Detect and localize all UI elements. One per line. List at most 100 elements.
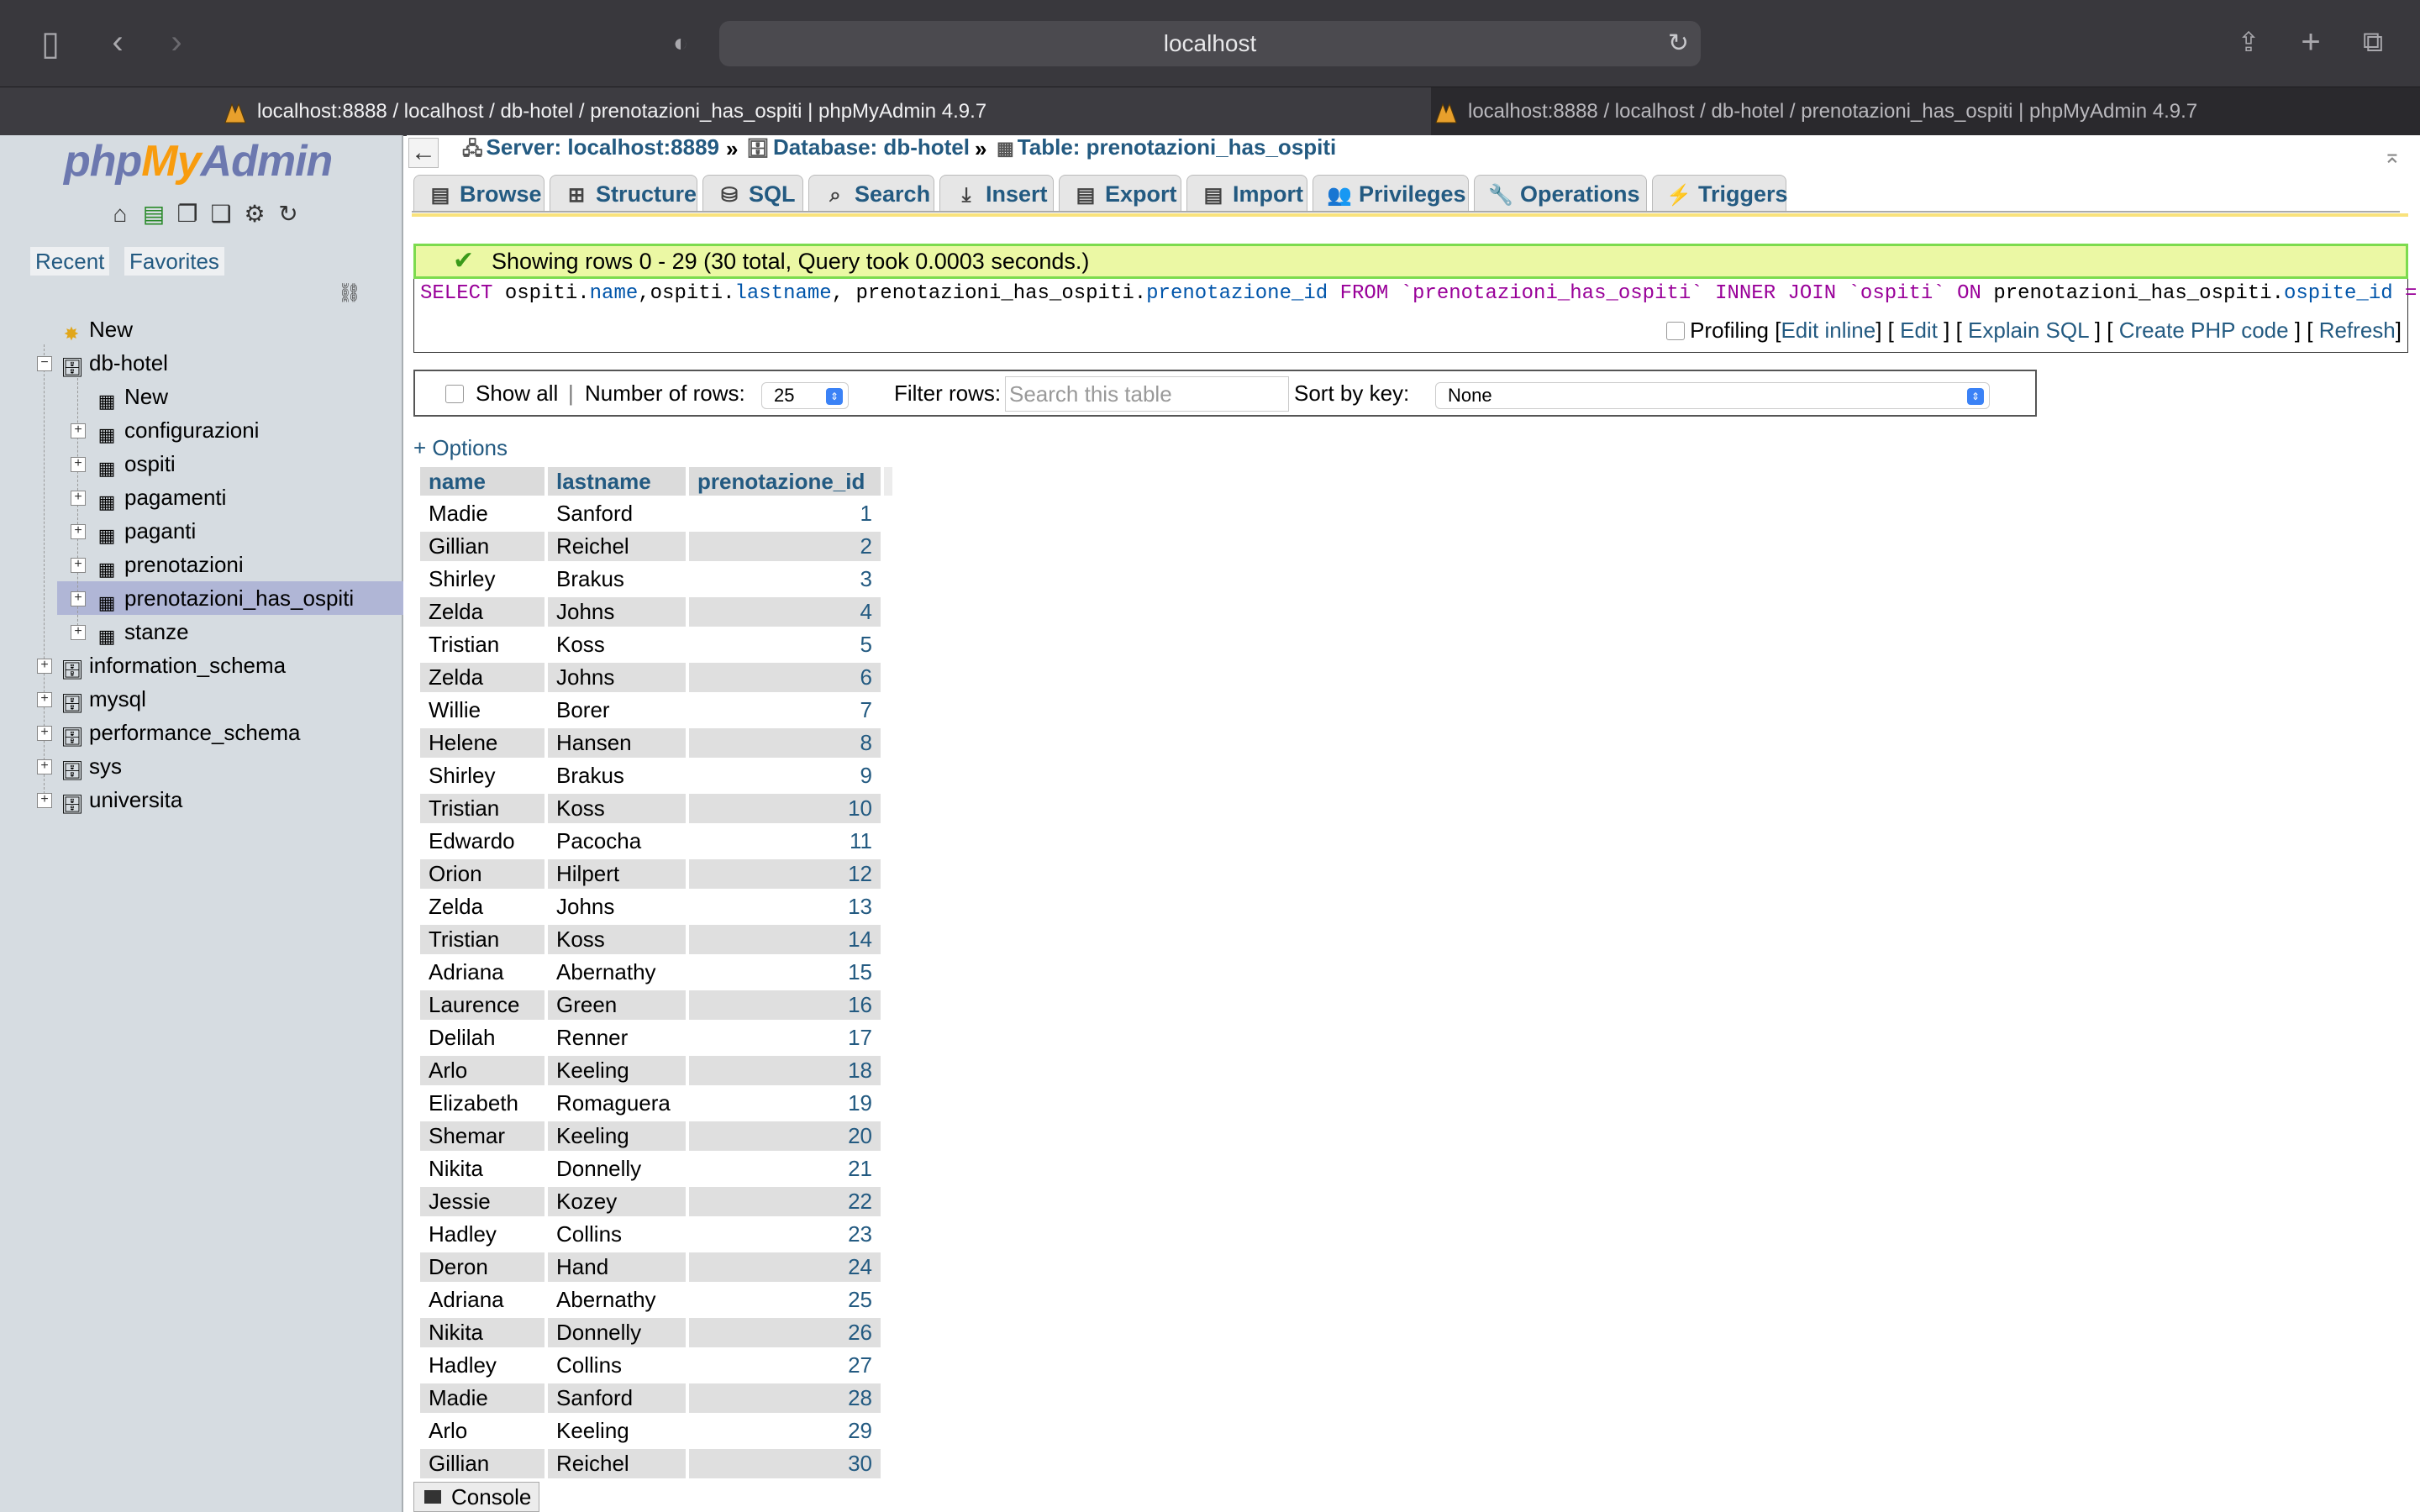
console-toggle[interactable]: Console [413,1482,539,1512]
table-row[interactable]: Zelda Johns 6 [420,663,892,692]
sql-query-text[interactable]: SELECT ospiti.name,ospiti.lastname, pren… [420,282,2420,305]
cell-name[interactable]: Arlo [420,1056,544,1085]
column-header-lastname[interactable]: lastname [548,467,686,496]
cell-name[interactable]: Tristian [420,794,544,823]
table-row[interactable]: Deron Hand 24 [420,1252,892,1282]
cell-lastname[interactable]: Brakus [548,761,686,790]
link-with-main-panel-icon[interactable]: ⛓ [338,282,363,303]
cell-prenotazione-id[interactable]: 2 [689,532,881,561]
cell-prenotazione-id[interactable]: 5 [689,630,881,659]
cell-name[interactable]: Zelda [420,663,544,692]
table-row[interactable]: Gillian Reichel 2 [420,532,892,561]
table-row[interactable]: Delilah Renner 17 [420,1023,892,1053]
cell-prenotazione-id[interactable]: 12 [689,859,881,889]
cell-lastname[interactable]: Donnelly [548,1318,686,1347]
expand-table-icon[interactable]: + [71,524,86,539]
table-row[interactable]: Nikita Donnelly 26 [420,1318,892,1347]
cell-name[interactable]: Tristian [420,630,544,659]
tree-item-configurazioni[interactable]: ▦ configurazioni [96,413,260,447]
cell-lastname[interactable]: Abernathy [548,1285,686,1315]
table-row[interactable]: Arlo Keeling 18 [420,1056,892,1085]
tree-item-information-schema[interactable]: 🗄 information_schema [60,648,286,682]
cell-prenotazione-id[interactable]: 6 [689,663,881,692]
table-row[interactable]: Shemar Keeling 20 [420,1121,892,1151]
cell-lastname[interactable]: Koss [548,925,686,954]
cell-prenotazione-id[interactable]: 9 [689,761,881,790]
cell-name[interactable]: Gillian [420,532,544,561]
cell-lastname[interactable]: Donnelly [548,1154,686,1184]
expand-database-icon[interactable]: + [37,759,52,774]
cell-lastname[interactable]: Keeling [548,1056,686,1085]
table-row[interactable]: Adriana Abernathy 15 [420,958,892,987]
query-window-icon[interactable]: ❐ [175,202,200,227]
edit-link[interactable]: Edit [1900,318,1938,343]
tree-item-universita[interactable]: 🗄 universita [60,783,182,816]
home-icon[interactable]: ⌂ [108,202,133,227]
refresh-link[interactable]: Refresh [2319,318,2396,343]
nav-tab-favorites[interactable]: Favorites [124,247,224,276]
cell-prenotazione-id[interactable]: 4 [689,597,881,627]
cell-lastname[interactable]: Renner [548,1023,686,1053]
cell-lastname[interactable]: Reichel [548,1449,686,1478]
expand-table-icon[interactable]: + [71,457,86,472]
table-row[interactable]: Edwardo Pacocha 11 [420,827,892,856]
cell-lastname[interactable]: Romaguera [548,1089,686,1118]
options-toggle-link[interactable]: + Options [413,435,508,461]
cell-lastname[interactable]: Brakus [548,564,686,594]
cell-name[interactable]: Arlo [420,1416,544,1446]
create-php-code-link[interactable]: Create PHP code [2119,318,2289,343]
cell-prenotazione-id[interactable]: 19 [689,1089,881,1118]
cell-name[interactable]: Elizabeth [420,1089,544,1118]
table-row[interactable]: Orion Hilpert 12 [420,859,892,889]
cell-prenotazione-id[interactable]: 24 [689,1252,881,1282]
cell-lastname[interactable]: Johns [548,663,686,692]
cell-name[interactable]: Hadley [420,1220,544,1249]
table-row[interactable]: Willie Borer 7 [420,696,892,725]
scroll-to-top-icon[interactable]: ⌅ [2383,143,2402,169]
breadcrumb-table[interactable]: ▦ Table: prenotazioni_has_ospiti [997,134,1336,160]
cell-lastname[interactable]: Pacocha [548,827,686,856]
breadcrumb-database[interactable]: 🗄 Database: db-hotel [746,134,970,160]
tab-triggers[interactable]: ⚡ Triggers [1652,175,1788,212]
expand-table-icon[interactable]: + [71,423,86,438]
cell-prenotazione-id[interactable]: 1 [689,499,881,528]
forward-icon[interactable]: › [160,25,193,59]
column-header-prenotazione-id[interactable]: prenotazione_id [689,467,881,496]
expand-table-icon[interactable]: + [71,558,86,573]
cell-lastname[interactable]: Borer [548,696,686,725]
tab-sql[interactable]: ⛁ SQL [702,175,803,212]
tab-browse[interactable]: ▤ Browse [413,175,544,212]
tab-structure[interactable]: ⊞ Structure [550,175,697,212]
cell-lastname[interactable]: Sanford [548,499,686,528]
tab-operations[interactable]: 🔧 Operations [1474,175,1647,212]
cell-lastname[interactable]: Kozey [548,1187,686,1216]
cell-prenotazione-id[interactable]: 25 [689,1285,881,1315]
cell-prenotazione-id[interactable]: 21 [689,1154,881,1184]
table-row[interactable]: Shirley Brakus 3 [420,564,892,594]
cell-name[interactable]: Zelda [420,597,544,627]
tab-insert[interactable]: ⤓ Insert [939,175,1054,212]
table-row[interactable]: Zelda Johns 4 [420,597,892,627]
back-icon[interactable]: ‹ [101,25,134,59]
cell-prenotazione-id[interactable]: 20 [689,1121,881,1151]
cell-name[interactable]: Nikita [420,1154,544,1184]
expand-database-icon[interactable]: + [37,692,52,707]
cell-name[interactable]: Hadley [420,1351,544,1380]
share-icon[interactable]: ⇪ [2232,25,2265,59]
cell-lastname[interactable]: Reichel [548,532,686,561]
tab-search[interactable]: ⌕ Search [808,175,934,212]
edit-inline-link[interactable]: Edit inline [1781,318,1876,343]
cell-name[interactable]: Shemar [420,1121,544,1151]
table-row[interactable]: Tristian Koss 10 [420,794,892,823]
cell-lastname[interactable]: Green [548,990,686,1020]
cell-prenotazione-id[interactable]: 29 [689,1416,881,1446]
cell-prenotazione-id[interactable]: 30 [689,1449,881,1478]
tree-item-new-table[interactable]: ▦ New [96,380,168,413]
browser-tab-inactive[interactable]: localhost:8888 / localhost / db-hotel / … [1209,87,2420,136]
cell-lastname[interactable]: Collins [548,1351,686,1380]
cell-name[interactable]: Orion [420,859,544,889]
cell-name[interactable]: Adriana [420,1285,544,1315]
table-row[interactable]: Shirley Brakus 9 [420,761,892,790]
collapse-navigation-icon[interactable]: ← [408,138,439,168]
column-header-name[interactable]: name [420,467,544,496]
